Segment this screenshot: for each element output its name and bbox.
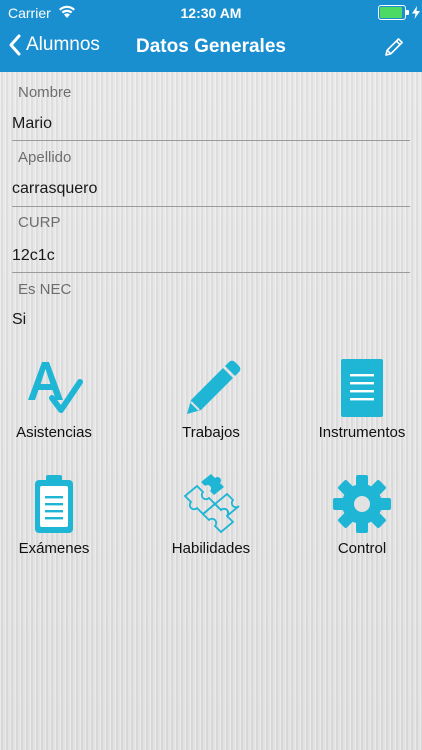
tile-label: Trabajos — [182, 424, 240, 441]
puzzle-icon — [183, 474, 240, 534]
habilidades-button[interactable]: Habilidades — [141, 474, 281, 557]
examenes-button[interactable]: Exámenes — [0, 474, 124, 557]
top-bar: Carrier 12:30 AM Alumnos Datos Generales — [0, 0, 422, 72]
instrumentos-button[interactable]: Instrumentos — [292, 358, 422, 441]
pencil-icon — [187, 360, 241, 414]
field-value: Si — [12, 311, 27, 328]
gear-icon — [333, 475, 391, 533]
document-icon — [341, 359, 383, 417]
divider — [12, 206, 410, 207]
asistencias-button[interactable]: Asistencias — [0, 358, 124, 441]
divider — [12, 272, 410, 273]
clipboard-icon — [35, 475, 73, 533]
field-label: Es NEC — [18, 281, 72, 298]
field-value: Mario — [12, 115, 53, 132]
field-value: 12c1c — [12, 247, 55, 264]
page-title: Datos Generales — [136, 36, 286, 57]
field-curp: CURP 12c1c — [0, 214, 410, 270]
status-bar: Carrier 12:30 AM — [0, 0, 422, 26]
field-label: Apellido — [18, 149, 72, 166]
tile-label: Exámenes — [18, 540, 90, 557]
tile-label: Instrumentos — [318, 424, 406, 441]
pencil-icon[interactable] — [382, 35, 406, 59]
field-label: Nombre — [18, 84, 72, 101]
trabajos-button[interactable]: Trabajos — [141, 358, 281, 441]
tile-label: Habilidades — [171, 540, 251, 557]
battery-icon — [378, 5, 410, 20]
field-apellido: Apellido carrasquero — [0, 149, 410, 205]
charging-bolt-icon — [412, 6, 420, 19]
field-es-nec: Es NEC Si — [0, 281, 410, 337]
tile-label: Asistencias — [16, 424, 92, 441]
navigation-bar: Alumnos Datos Generales — [0, 26, 422, 72]
tile-label: Control — [337, 540, 387, 557]
control-button[interactable]: Control — [292, 474, 422, 557]
spellcheck-icon — [28, 362, 83, 413]
clock: 12:30 AM — [180, 5, 242, 21]
divider — [12, 140, 410, 141]
field-value: carrasquero — [12, 180, 98, 197]
field-label: CURP — [18, 214, 61, 231]
field-nombre: Nombre Mario — [0, 84, 410, 140]
